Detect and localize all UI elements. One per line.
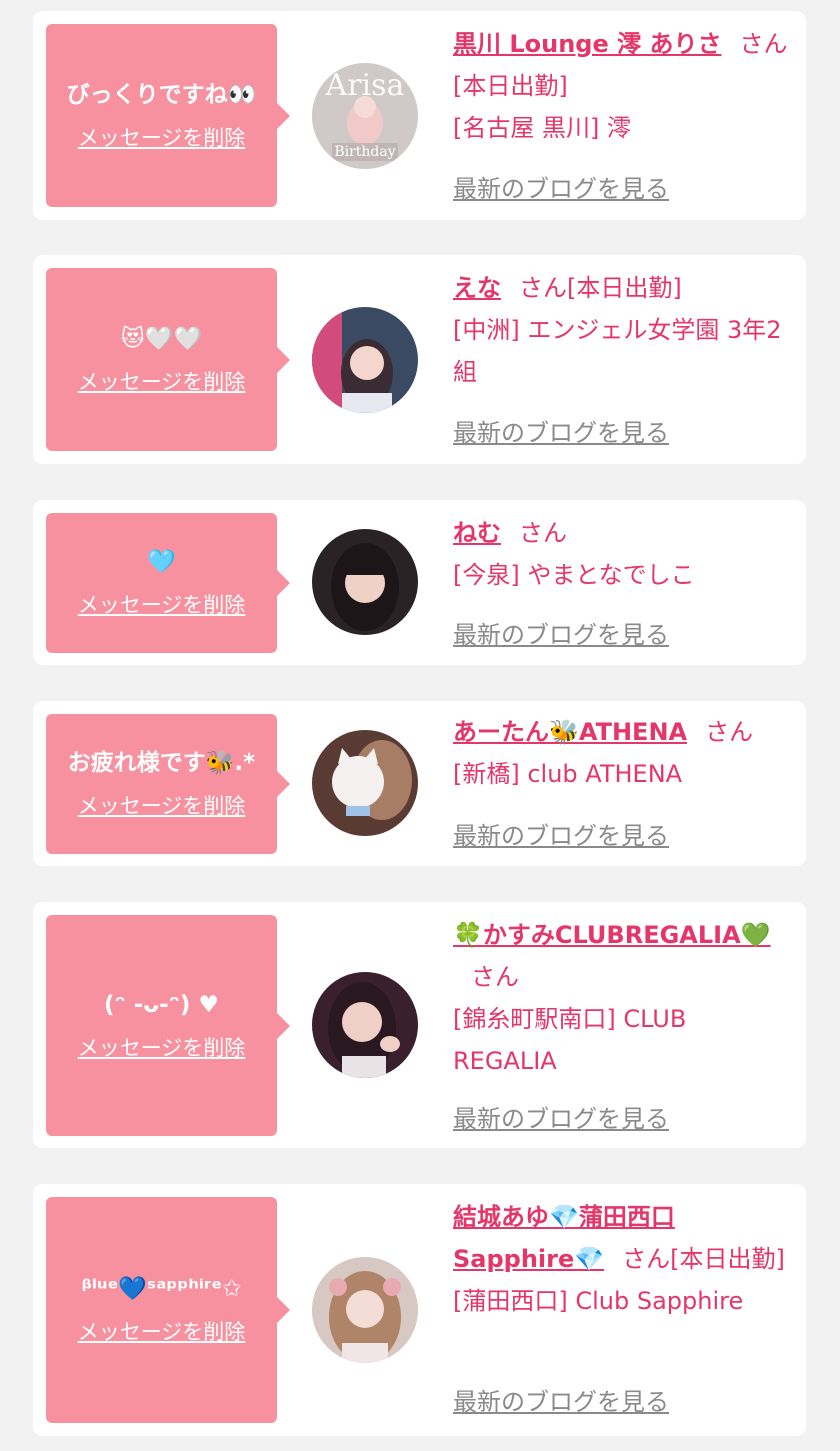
latest-blog-link[interactable]: 最新のブログを見る bbox=[453, 413, 669, 448]
message-card: (ᵔ -ᴗ-ᵔ) ♥ メッセージを削除 🍀かすみCLUBREGALIA💚 さん [… bbox=[33, 902, 806, 1148]
message-text: ᵝˡᵘᵉ💙ˢᵃᵖᵖʰⁱʳᵉ✩ bbox=[81, 1276, 242, 1302]
profile-name-link[interactable]: あーたん🐝ATHENA bbox=[453, 718, 687, 746]
honorific-label: さん bbox=[622, 1245, 671, 1273]
avatar[interactable] bbox=[312, 730, 418, 836]
shop-info: [蒲田西口] Club Sapphire bbox=[453, 1287, 744, 1315]
delete-message-link[interactable]: メッセージを削除 bbox=[78, 1316, 246, 1346]
work-status: [本日出勤] bbox=[670, 1245, 785, 1273]
message-card: ᵝˡᵘᵉ💙ˢᵃᵖᵖʰⁱʳᵉ✩ メッセージを削除 結城あゆ💎蒲田西口Sapphir… bbox=[33, 1184, 806, 1436]
avatar[interactable] bbox=[312, 529, 418, 635]
shop-info: [新橋] club ATHENA bbox=[453, 760, 683, 788]
delete-message-link[interactable]: メッセージを削除 bbox=[78, 790, 246, 820]
message-card: 😻🤍🤍 メッセージを削除 えな さん[本日出勤] [中洲] エンジェル女学園 3年… bbox=[33, 255, 806, 464]
message-card: 🩵 メッセージを削除 ねむ さん [今泉] やまとなでしこ 最新のブログを見る bbox=[33, 500, 806, 665]
latest-blog-link[interactable]: 最新のブログを見る bbox=[453, 169, 669, 204]
profile-info: 結城あゆ💎蒲田西口Sapphire💎 さん[本日出勤] [蒲田西口] Club S… bbox=[453, 1196, 793, 1322]
profile-info: 🍀かすみCLUBREGALIA💚 さん [錦糸町駅南口] CLUB REGALIA bbox=[453, 914, 793, 1082]
avatar[interactable] bbox=[312, 307, 418, 413]
avatar[interactable] bbox=[312, 1257, 418, 1363]
profile-name-link[interactable]: 黒川 Lounge 澪 ありさ bbox=[453, 30, 721, 58]
profile-info: えな さん[本日出勤] [中洲] エンジェル女学園 3年2組 bbox=[453, 267, 793, 393]
message-bubble: びっくりですね👀 メッセージを削除 bbox=[46, 24, 290, 207]
shop-info: [今泉] やまとなでしこ bbox=[453, 561, 695, 589]
message-bubble: ᵝˡᵘᵉ💙ˢᵃᵖᵖʰⁱʳᵉ✩ メッセージを削除 bbox=[46, 1197, 290, 1423]
delete-message-link[interactable]: メッセージを削除 bbox=[78, 366, 246, 396]
latest-blog-link[interactable]: 最新のブログを見る bbox=[453, 816, 669, 851]
delete-message-link[interactable]: メッセージを削除 bbox=[78, 589, 246, 619]
latest-blog-label: 最新のブログを見る bbox=[453, 621, 669, 649]
honorific-label: さん bbox=[705, 718, 754, 746]
message-card: お疲れ様です🐝.* メッセージを削除 あーたん🐝ATHENA さん [新橋] cl… bbox=[33, 701, 806, 866]
message-text: お疲れ様です🐝.* bbox=[67, 750, 256, 776]
svg-text:Birthday: Birthday bbox=[334, 144, 395, 160]
honorific-label: さん bbox=[519, 274, 567, 302]
honorific-label: さん bbox=[471, 963, 519, 991]
delete-message-link[interactable]: メッセージを削除 bbox=[78, 122, 246, 152]
delete-message-link[interactable]: メッセージを削除 bbox=[78, 1032, 246, 1062]
latest-blog-label: 最新のブログを見る bbox=[453, 175, 669, 203]
message-text: (ᵔ -ᴗ-ᵔ) ♥ bbox=[104, 991, 219, 1018]
profile-name-link[interactable]: ねむ bbox=[453, 519, 501, 547]
profile-name-link[interactable]: えな bbox=[453, 274, 501, 302]
message-bubble: お疲れ様です🐝.* メッセージを削除 bbox=[46, 714, 290, 854]
work-status: [本日出勤] bbox=[567, 274, 682, 302]
latest-blog-link[interactable]: 最新のブログを見る bbox=[453, 615, 669, 650]
message-bubble: 🩵 メッセージを削除 bbox=[46, 513, 290, 653]
profile-info: 黒川 Lounge 澪 ありさ さん [本日出勤] [名古屋 黒川] 澪 bbox=[453, 23, 793, 149]
avatar[interactable]: Arisa Birthday bbox=[312, 63, 418, 169]
latest-blog-label: 最新のブログを見る bbox=[453, 1105, 669, 1133]
message-text: 😻🤍🤍 bbox=[120, 325, 203, 352]
shop-info: [名古屋 黒川] 澪 bbox=[453, 114, 631, 142]
latest-blog-link[interactable]: 最新のブログを見る bbox=[453, 1382, 669, 1417]
profile-info: あーたん🐝ATHENA さん [新橋] club ATHENA bbox=[453, 711, 793, 795]
shop-info: [錦糸町駅南口] CLUB REGALIA bbox=[453, 1005, 687, 1075]
honorific-label: さん bbox=[739, 30, 788, 58]
honorific-label: さん bbox=[519, 519, 567, 547]
latest-blog-label: 最新のブログを見る bbox=[453, 822, 669, 850]
profile-info: ねむ さん [今泉] やまとなでしこ bbox=[453, 512, 793, 596]
work-status: [本日出勤] bbox=[453, 72, 568, 100]
message-bubble: 😻🤍🤍 メッセージを削除 bbox=[46, 268, 290, 451]
message-bubble: (ᵔ -ᴗ-ᵔ) ♥ メッセージを削除 bbox=[46, 915, 290, 1136]
message-card: びっくりですね👀 メッセージを削除 Arisa Birthday 黒川 Loun… bbox=[33, 11, 806, 220]
shop-info: [中洲] エンジェル女学園 3年2組 bbox=[453, 316, 782, 386]
profile-name-link[interactable]: 🍀かすみCLUBREGALIA💚 bbox=[453, 921, 771, 949]
message-text: びっくりですね👀 bbox=[66, 81, 257, 108]
latest-blog-label: 最新のブログを見る bbox=[453, 419, 669, 447]
avatar[interactable] bbox=[312, 972, 418, 1078]
message-text: 🩵 bbox=[147, 549, 176, 575]
latest-blog-label: 最新のブログを見る bbox=[453, 1388, 669, 1416]
latest-blog-link[interactable]: 最新のブログを見る bbox=[453, 1099, 669, 1134]
